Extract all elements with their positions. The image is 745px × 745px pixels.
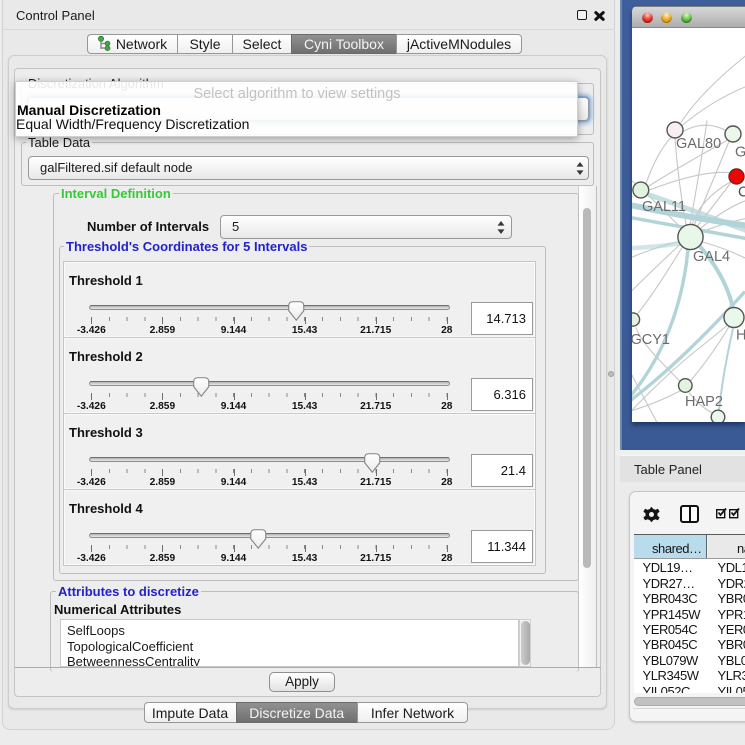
svg-text:HIS: HIS [736,327,745,343]
svg-text:GAL4: GAL4 [693,249,730,265]
svg-text:GCY1: GCY1 [632,332,670,348]
svg-text:CD: CD [738,184,745,200]
svg-text:GAL3: GAL3 [735,144,745,160]
svg-text:HAP2: HAP2 [685,394,723,410]
svg-text:GAL80: GAL80 [676,136,721,152]
svg-text:GAL11: GAL11 [642,199,686,215]
